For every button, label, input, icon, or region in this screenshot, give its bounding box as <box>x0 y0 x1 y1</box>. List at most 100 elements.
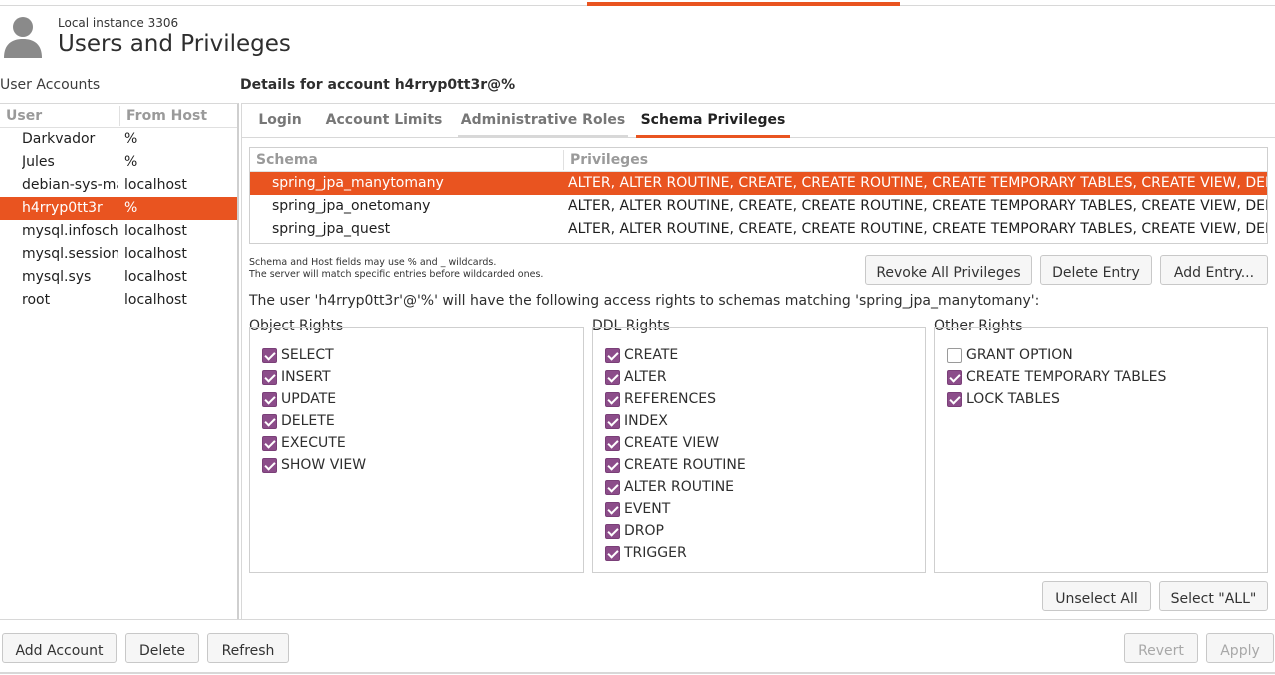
user-accounts-header: User From Host <box>0 104 237 128</box>
user-host: localhost <box>124 292 187 308</box>
checkbox-checked-icon[interactable] <box>262 458 277 473</box>
revoke-all-privileges-button[interactable]: Revoke All Privileges <box>865 255 1032 285</box>
schema-name: spring_jpa_onetomany <box>272 198 431 214</box>
access-rights-description: The user 'h4rryp0tt3r'@'%' will have the… <box>249 293 1040 309</box>
schema-name: spring_jpa_quest <box>272 221 391 237</box>
user-name: mysql.infoschema <box>22 223 118 239</box>
tab-schema-privileges[interactable]: Schema Privileges <box>636 104 790 138</box>
checkbox-checked-icon[interactable] <box>605 502 620 517</box>
checkbox-checked-icon[interactable] <box>605 392 620 407</box>
column-header-schema[interactable]: Schema <box>256 152 318 168</box>
checkbox-checked-icon[interactable] <box>262 436 277 451</box>
user-row[interactable]: root localhost <box>0 289 237 312</box>
active-editor-tab-indicator <box>587 2 900 6</box>
checkbox-checked-icon[interactable] <box>605 348 620 363</box>
user-accounts-title: User Accounts <box>0 77 101 93</box>
user-row[interactable]: debian-sys-maint localhost <box>0 174 237 197</box>
user-name: root <box>22 292 51 308</box>
checkbox-label: REFERENCES <box>624 391 717 407</box>
checkbox-checked-icon[interactable] <box>605 370 620 385</box>
connection-name: Local instance 3306 <box>58 16 179 30</box>
checkbox-checked-icon[interactable] <box>605 414 620 429</box>
checkbox-checked-icon[interactable] <box>262 414 277 429</box>
checkbox-label: UPDATE <box>281 391 337 407</box>
column-header-user[interactable]: User <box>6 108 42 124</box>
checkbox-label: CREATE VIEW <box>624 435 720 451</box>
user-row-selected[interactable]: h4rryp0tt3r % <box>0 197 237 220</box>
other-rights-group: GRANT OPTION CREATE TEMPORARY TABLES LOC… <box>934 327 1268 573</box>
user-host: localhost <box>124 269 187 285</box>
details-tabs: Login Account Limits Administrative Role… <box>242 104 1275 138</box>
user-name: debian-sys-maint <box>22 177 118 193</box>
tab-login[interactable]: Login <box>250 104 310 138</box>
user-host: localhost <box>124 223 187 239</box>
apply-button[interactable]: Apply <box>1206 633 1274 663</box>
user-name: Jules <box>22 154 55 170</box>
wildcard-note-line1: Schema and Host fields may use % and _ w… <box>249 257 497 268</box>
delete-account-button[interactable]: Delete <box>125 633 199 663</box>
wildcard-note: Schema and Host fields may use % and _ w… <box>249 257 543 281</box>
checkbox-checked-icon[interactable] <box>262 392 277 407</box>
column-header-from-host[interactable]: From Host <box>126 108 207 124</box>
schema-table-header: Schema Privileges <box>250 148 1267 172</box>
user-name: h4rryp0tt3r <box>22 200 103 216</box>
user-name: Darkvador <box>22 131 96 147</box>
select-all-button[interactable]: Select "ALL" <box>1159 581 1268 611</box>
schema-row-selected[interactable]: spring_jpa_manytomany ALTER, ALTER ROUTI… <box>250 172 1267 195</box>
checkbox-checked-icon[interactable] <box>262 370 277 385</box>
user-row[interactable]: Jules % <box>0 151 237 174</box>
refresh-button[interactable]: Refresh <box>207 633 289 663</box>
user-row[interactable]: mysql.infoschema localhost <box>0 220 237 243</box>
user-row[interactable]: Darkvador % <box>0 128 237 151</box>
checkbox-label: ALTER <box>624 369 667 385</box>
user-icon <box>4 17 42 58</box>
checkbox-checked-icon[interactable] <box>262 348 277 363</box>
schema-privileges: ALTER, ALTER ROUTINE, CREATE, CREATE ROU… <box>568 221 1267 237</box>
column-header-privileges[interactable]: Privileges <box>570 152 648 168</box>
tab-account-limits[interactable]: Account Limits <box>324 104 444 138</box>
checkbox-label: SHOW VIEW <box>281 457 367 473</box>
checkbox-label: DROP <box>624 523 664 539</box>
user-name: mysql.session <box>22 246 118 262</box>
user-row[interactable]: mysql.sys localhost <box>0 266 237 289</box>
checkbox-label: CREATE <box>624 347 679 363</box>
checkbox-label: LOCK TABLES <box>966 391 1060 407</box>
user-host: % <box>124 131 138 147</box>
checkbox-checked-icon[interactable] <box>947 370 962 385</box>
checkbox-label: INSERT <box>281 369 331 385</box>
schema-row[interactable]: spring_jpa_quest ALTER, ALTER ROUTINE, C… <box>250 218 1267 241</box>
user-accounts-list[interactable]: User From Host Darkvador % Jules % debia… <box>0 103 239 620</box>
checkbox-checked-icon[interactable] <box>605 524 620 539</box>
add-account-button[interactable]: Add Account <box>2 633 117 663</box>
checkbox-checked-icon[interactable] <box>605 480 620 495</box>
checkbox-label: CREATE TEMPORARY TABLES <box>966 369 1167 385</box>
schema-row[interactable]: spring_jpa_onetomany ALTER, ALTER ROUTIN… <box>250 195 1267 218</box>
schema-privileges-table[interactable]: Schema Privileges spring_jpa_manytomany … <box>249 147 1268 244</box>
bottom-divider <box>0 619 1275 620</box>
checkbox-checked-icon[interactable] <box>947 392 962 407</box>
checkbox-checked-icon[interactable] <box>605 546 620 561</box>
details-title: Details for account h4rryp0tt3r@% <box>240 77 516 93</box>
user-host: localhost <box>124 246 187 262</box>
delete-entry-button[interactable]: Delete Entry <box>1040 255 1152 285</box>
checkbox-unchecked-icon[interactable] <box>947 348 962 363</box>
schema-privileges: ALTER, ALTER ROUTINE, CREATE, CREATE ROU… <box>568 198 1267 214</box>
tab-administrative-roles[interactable]: Administrative Roles <box>458 104 628 138</box>
checkbox-label: DELETE <box>281 413 335 429</box>
checkbox-label: TRIGGER <box>624 545 687 561</box>
checkbox-checked-icon[interactable] <box>605 436 620 451</box>
unselect-all-button[interactable]: Unselect All <box>1042 581 1151 611</box>
schema-privileges: ALTER, ALTER ROUTINE, CREATE, CREATE ROU… <box>568 175 1267 191</box>
checkbox-label: INDEX <box>624 413 668 429</box>
add-entry-button[interactable]: Add Entry... <box>1160 255 1268 285</box>
user-name: mysql.sys <box>22 269 92 285</box>
user-row[interactable]: mysql.session localhost <box>0 243 237 266</box>
wildcard-note-line2: The server will match specific entries b… <box>249 269 544 280</box>
checkbox-checked-icon[interactable] <box>605 458 620 473</box>
ddl-rights-group: CREATE ALTER REFERENCES INDEX CREATE VIE… <box>592 327 926 573</box>
page-title: Users and Privileges <box>58 31 291 57</box>
checkbox-label: GRANT OPTION <box>966 347 1073 363</box>
user-host: % <box>124 154 138 170</box>
revert-button[interactable]: Revert <box>1124 633 1198 663</box>
checkbox-label: EXECUTE <box>281 435 346 451</box>
